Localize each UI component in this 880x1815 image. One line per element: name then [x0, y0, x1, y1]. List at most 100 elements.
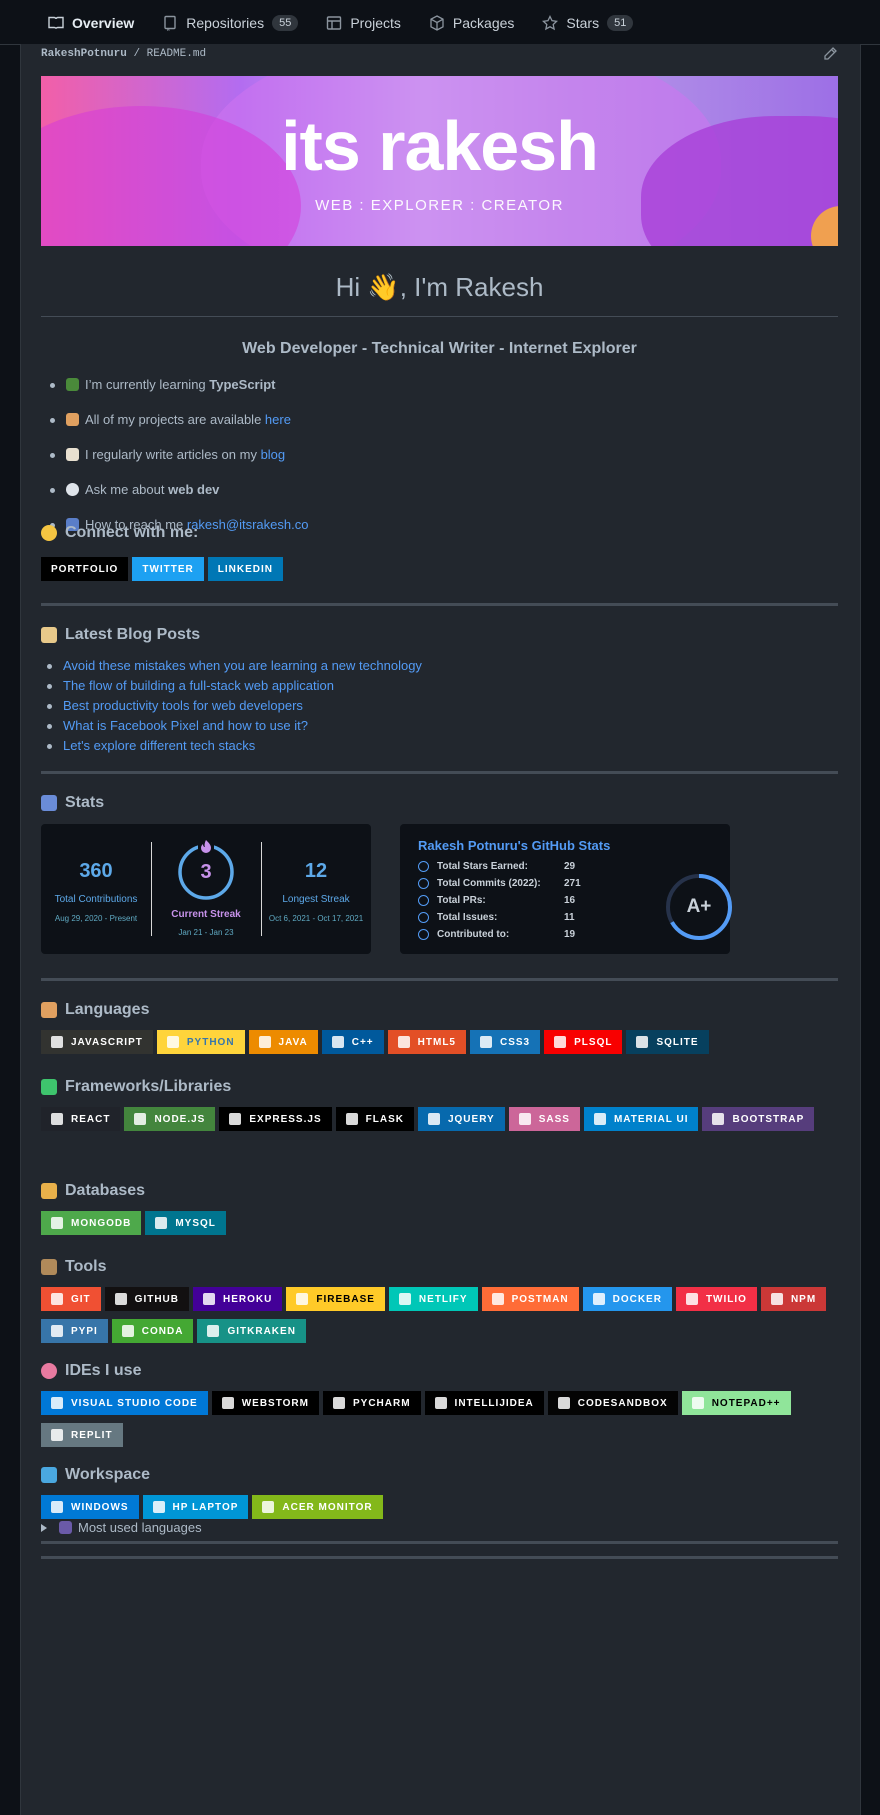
tab-packages[interactable]: Packages: [415, 0, 528, 45]
badge-docker[interactable]: DOCKER: [582, 1287, 672, 1311]
badge-windows[interactable]: WINDOWS: [41, 1495, 139, 1519]
badge-react[interactable]: REACT: [41, 1107, 121, 1131]
badge-replit[interactable]: REPLIT: [41, 1423, 123, 1447]
badge-pycharm[interactable]: PYCHARM: [322, 1391, 421, 1415]
current-streak-range: Jan 21 - Jan 23: [178, 928, 234, 937]
badge-postman[interactable]: POSTMAN: [481, 1287, 579, 1311]
logo-icon: [557, 1397, 570, 1409]
badge-mongodb[interactable]: MONGODB: [41, 1211, 142, 1235]
blog-post-link[interactable]: Best productivity tools for web develope…: [63, 698, 303, 713]
stats-heading: Stats: [41, 794, 104, 812]
card-divider: [151, 842, 152, 936]
badge-hp-laptop[interactable]: HP LAPTOP: [142, 1495, 249, 1519]
logo-icon: [332, 1397, 345, 1409]
badge-mysql[interactable]: MYSQL: [145, 1211, 226, 1235]
stat-value-contributed: 19: [564, 929, 576, 940]
badge-npm[interactable]: NPM: [760, 1287, 827, 1311]
logo-icon: [262, 1501, 275, 1513]
total-contributions-label: Total Contributions: [54, 894, 138, 905]
disclosure-triangle-icon: [41, 1523, 47, 1532]
badge-gitkraken[interactable]: GITKRAKEN: [197, 1319, 306, 1343]
hammer-wrench-icon: [41, 1259, 57, 1275]
most-used-languages-label: Most used languages: [78, 1520, 202, 1535]
logo-icon: [51, 1293, 63, 1305]
logo-icon: [480, 1036, 492, 1048]
badge-twitter[interactable]: TWITTER: [132, 557, 204, 581]
badge-javascript[interactable]: JAVASCRIPT: [41, 1030, 153, 1054]
badge-portfolio[interactable]: PORTFOLIO: [41, 557, 129, 581]
logo-icon: [121, 1325, 134, 1337]
badge-webstorm[interactable]: WEBSTORM: [211, 1391, 319, 1415]
blog-post-link[interactable]: Avoid these mistakes when you are learni…: [63, 658, 422, 673]
badge-heroku[interactable]: HEROKU: [193, 1287, 283, 1311]
badge-pypi[interactable]: PYPI: [41, 1319, 108, 1343]
badge-jquery[interactable]: JQUERY: [417, 1107, 505, 1131]
badge-express-js[interactable]: EXPRESS.JS: [219, 1107, 332, 1131]
badge-python[interactable]: PYTHON: [156, 1030, 245, 1054]
bar-chart-icon: [41, 795, 57, 811]
blog-post-link[interactable]: Let's explore different tech stacks: [63, 738, 255, 753]
seedling-icon: [66, 378, 79, 391]
logo-icon: [345, 1113, 358, 1125]
table-icon: [327, 15, 342, 30]
logo-icon: [434, 1397, 447, 1409]
divider: [41, 1541, 838, 1544]
stat-value-issues: 11: [564, 912, 575, 923]
tab-repositories[interactable]: Repositories 55: [148, 0, 312, 45]
badge-visual-studio-code[interactable]: VISUAL STUDIO CODE: [41, 1391, 208, 1415]
badge-netlify[interactable]: NETLIFY: [388, 1287, 478, 1311]
badge-sqlite[interactable]: SQLITE: [626, 1030, 709, 1054]
badge-bootstrap[interactable]: BOOTSTRAP: [702, 1107, 815, 1131]
badge-java[interactable]: JAVA: [248, 1030, 318, 1054]
issue-icon: [418, 912, 429, 923]
tab-stars[interactable]: Stars 51: [528, 0, 647, 45]
badge-c[interactable]: C++: [321, 1030, 384, 1054]
github-stats-title: Rakesh Potnuru's GitHub Stats: [418, 838, 611, 853]
badge-conda[interactable]: CONDA: [111, 1319, 194, 1343]
logo-icon: [554, 1036, 567, 1048]
badge-github[interactable]: GITHUB: [104, 1287, 190, 1311]
badge-html5[interactable]: HTML5: [387, 1030, 466, 1054]
projects-link[interactable]: here: [265, 412, 291, 427]
connect-heading: Connect with me:: [41, 524, 198, 542]
laptop-icon: [41, 1467, 57, 1483]
badge-notepad[interactable]: NOTEPAD++: [681, 1391, 791, 1415]
total-contributions-value: 360: [79, 860, 113, 882]
file-cabinet-icon: [41, 1183, 57, 1199]
tab-overview[interactable]: Overview: [34, 0, 148, 46]
badge-twilio[interactable]: TWILIO: [675, 1287, 757, 1311]
blog-post-list: Avoid these mistakes when you are learni…: [47, 656, 422, 756]
badge-codesandbox[interactable]: CODESANDBOX: [547, 1391, 678, 1415]
badge-linkedin[interactable]: LINKEDIN: [207, 557, 284, 581]
blog-link[interactable]: blog: [261, 447, 286, 462]
email-link[interactable]: rakesh@itsrakesh.co: [187, 517, 309, 532]
badge-acer-monitor[interactable]: ACER MONITOR: [252, 1495, 383, 1519]
badge-node-js[interactable]: NODE.JS: [124, 1107, 216, 1131]
blog-post-link[interactable]: The flow of building a full-stack web ap…: [63, 678, 334, 693]
pencil-icon[interactable]: [822, 46, 838, 62]
badge-flask[interactable]: FLASK: [335, 1107, 414, 1131]
blog-post-link[interactable]: What is Facebook Pixel and how to use it…: [63, 718, 308, 733]
logo-icon: [51, 1429, 63, 1441]
badge-git[interactable]: GIT: [41, 1287, 101, 1311]
logo-icon: [592, 1293, 605, 1305]
puzzle-icon: [41, 1079, 57, 1095]
stat-value-prs: 16: [564, 895, 576, 906]
owner-link[interactable]: RakeshPotnuru: [41, 48, 127, 60]
badge-css3[interactable]: CSS3: [470, 1030, 541, 1054]
ide-badges: VISUAL STUDIO CODE WEBSTORM PYCHARM INTELLI…: [41, 1391, 841, 1455]
upload-icon: [59, 1521, 72, 1534]
badge-firebase[interactable]: FIREBASE: [286, 1287, 385, 1311]
tab-projects-label: Projects: [350, 14, 401, 31]
longest-streak-label: Longest Streak: [282, 894, 350, 905]
badge-material-ui[interactable]: MATERIAL UI: [583, 1107, 699, 1131]
divider: [41, 771, 838, 774]
most-used-languages-toggle[interactable]: Most used languages: [41, 1520, 202, 1535]
badge-intellijidea[interactable]: INTELLIJIDEA: [424, 1391, 544, 1415]
logo-icon: [398, 1293, 411, 1305]
badge-plsql[interactable]: PLSQL: [544, 1030, 623, 1054]
logo-icon: [51, 1036, 63, 1048]
readme-file-header: RakeshPotnuru / README.md: [41, 44, 861, 64]
badge-sass[interactable]: SASS: [508, 1107, 580, 1131]
tab-projects[interactable]: Projects: [312, 0, 415, 45]
